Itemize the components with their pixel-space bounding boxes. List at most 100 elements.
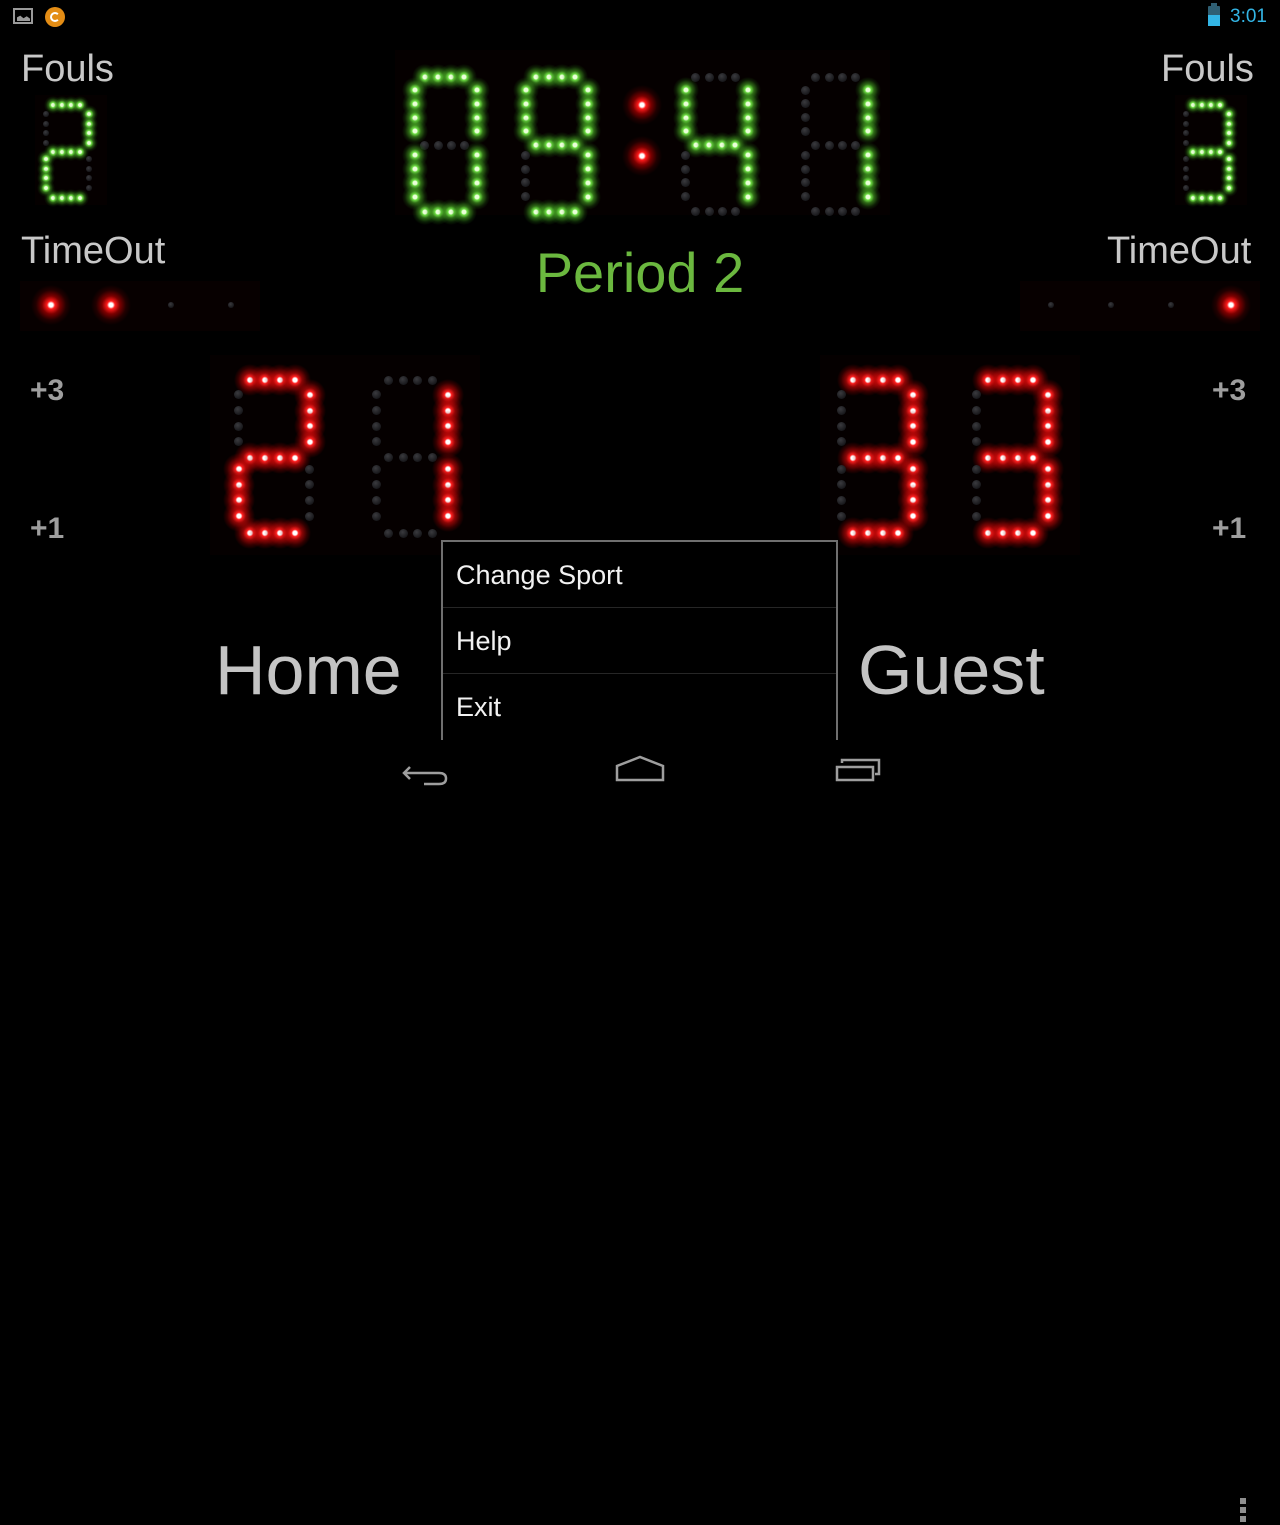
led-off bbox=[372, 406, 382, 416]
overflow-menu-icon[interactable] bbox=[1240, 1498, 1246, 1525]
guest-timeout-indicators[interactable] bbox=[1020, 281, 1260, 331]
led-off bbox=[681, 164, 691, 174]
led-off bbox=[681, 150, 691, 160]
led-off bbox=[1183, 184, 1189, 191]
timeout-used-indicator bbox=[91, 285, 131, 325]
led-off bbox=[837, 495, 847, 505]
led-off bbox=[837, 406, 847, 416]
led-off bbox=[234, 390, 244, 400]
led-lit bbox=[1220, 178, 1238, 197]
led-off bbox=[972, 421, 982, 431]
led-off bbox=[1183, 111, 1189, 117]
led-off bbox=[837, 72, 847, 82]
menu-item-help[interactable]: Help bbox=[443, 608, 836, 674]
led-off bbox=[413, 375, 423, 385]
led-lit bbox=[464, 118, 491, 145]
guest-fouls-display[interactable] bbox=[1175, 95, 1247, 207]
home-plus3-button[interactable]: +3 bbox=[30, 374, 64, 408]
led-off bbox=[305, 480, 315, 490]
led-off bbox=[383, 375, 393, 385]
led-off bbox=[850, 207, 860, 217]
options-menu: Change Sport Help Exit bbox=[441, 540, 838, 740]
led-off bbox=[801, 126, 811, 136]
led-off bbox=[811, 207, 821, 217]
led-off bbox=[801, 192, 811, 202]
led-lit bbox=[855, 183, 882, 210]
timeout-available-indicator bbox=[168, 302, 174, 308]
led-off bbox=[372, 464, 382, 474]
back-button[interactable] bbox=[384, 750, 464, 790]
led-off bbox=[398, 528, 408, 538]
led-off bbox=[837, 140, 847, 150]
home-icon bbox=[615, 755, 665, 782]
led-off bbox=[1183, 156, 1189, 162]
led-lit bbox=[401, 118, 428, 145]
led-off bbox=[86, 175, 92, 181]
led-lit bbox=[293, 425, 326, 458]
led-off bbox=[1183, 130, 1189, 136]
home-button[interactable] bbox=[600, 750, 680, 790]
led-off bbox=[1183, 139, 1189, 146]
led-off bbox=[428, 528, 438, 538]
led-off bbox=[43, 139, 49, 146]
led-off bbox=[811, 72, 821, 82]
home-team-name[interactable]: Home bbox=[215, 630, 402, 710]
menu-item-exit[interactable]: Exit bbox=[443, 674, 836, 739]
led-off bbox=[413, 528, 423, 538]
led-off bbox=[972, 480, 982, 490]
home-score-display[interactable] bbox=[210, 355, 480, 555]
status-bar: 3:01 bbox=[0, 0, 1280, 34]
led-off bbox=[521, 178, 531, 188]
home-timeout-indicators[interactable] bbox=[20, 281, 260, 331]
led-off bbox=[372, 437, 382, 447]
clock-colon-dot bbox=[622, 85, 662, 125]
led-off bbox=[398, 375, 408, 385]
led-off bbox=[372, 390, 382, 400]
home-plus1-button[interactable]: +1 bbox=[30, 512, 64, 546]
game-clock[interactable] bbox=[395, 50, 890, 225]
home-fouls-label: Fouls bbox=[21, 48, 114, 90]
led-off bbox=[86, 156, 92, 162]
led-off bbox=[372, 511, 382, 521]
led-off bbox=[811, 140, 821, 150]
led-off bbox=[86, 165, 92, 172]
led-off bbox=[413, 453, 423, 463]
led-off bbox=[972, 390, 982, 400]
navigation-bar bbox=[0, 740, 1280, 1522]
recent-apps-icon bbox=[835, 758, 881, 782]
led-off bbox=[86, 184, 92, 191]
led-lit bbox=[431, 500, 464, 533]
timeout-used-indicator bbox=[1211, 285, 1251, 325]
led-off bbox=[801, 85, 811, 95]
timeout-available-indicator bbox=[1048, 302, 1054, 308]
led-off bbox=[691, 207, 701, 217]
led-off bbox=[717, 207, 727, 217]
menu-item-change-sport[interactable]: Change Sport bbox=[443, 542, 836, 608]
led-off bbox=[681, 178, 691, 188]
period-label[interactable]: Period 2 bbox=[500, 240, 780, 305]
recent-apps-button[interactable] bbox=[818, 750, 898, 790]
timeout-available-indicator bbox=[1108, 302, 1114, 308]
led-off bbox=[972, 511, 982, 521]
led-off bbox=[972, 464, 982, 474]
status-time: 3:01 bbox=[1230, 6, 1267, 27]
led-off bbox=[234, 421, 244, 431]
led-lit bbox=[1220, 133, 1238, 152]
led-off bbox=[801, 113, 811, 123]
led-off bbox=[383, 453, 393, 463]
guest-team-name[interactable]: Guest bbox=[858, 630, 1045, 710]
led-off bbox=[383, 528, 393, 538]
led-off bbox=[730, 207, 740, 217]
guest-plus1-button[interactable]: +1 bbox=[1212, 512, 1246, 546]
led-lit bbox=[735, 118, 762, 145]
guest-score-display[interactable] bbox=[820, 355, 1080, 555]
led-lit bbox=[278, 517, 311, 550]
led-off bbox=[837, 511, 847, 521]
guest-timeout-label: TimeOut bbox=[1107, 230, 1252, 272]
app-notification-icon bbox=[45, 7, 65, 27]
home-fouls-display[interactable] bbox=[35, 95, 107, 207]
guest-plus3-button[interactable]: +3 bbox=[1212, 374, 1246, 408]
led-off bbox=[801, 164, 811, 174]
led-off bbox=[43, 130, 49, 136]
led-off bbox=[837, 480, 847, 490]
